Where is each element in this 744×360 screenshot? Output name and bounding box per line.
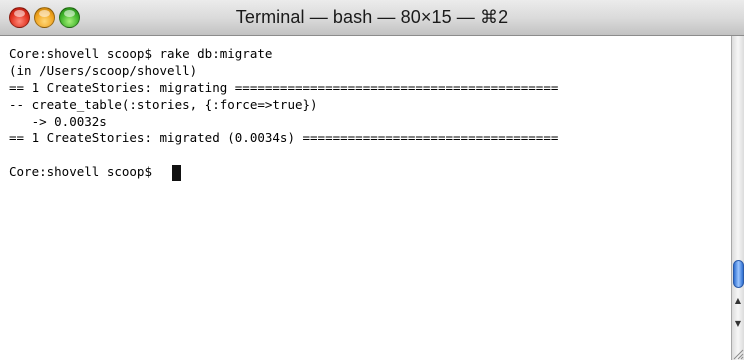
resize-grip-icon[interactable] <box>731 347 744 360</box>
window-title: Terminal — bash — 80×15 — ⌘2 <box>235 7 509 27</box>
terminal-window: Terminal — bash — 80×15 — ⌘2 Core:shovel… <box>0 0 744 360</box>
terminal-line: == 1 CreateStories: migrated (0.0034s) =… <box>9 130 559 146</box>
scroll-down-arrow-icon[interactable]: ▼ <box>732 317 744 331</box>
text-cursor <box>172 164 181 181</box>
vertical-scrollbar[interactable]: ▲ ▼ <box>731 36 744 360</box>
terminal-prompt: Core:shovell scoop$ <box>9 164 152 180</box>
title-bar[interactable]: Terminal — bash — 80×15 — ⌘2 <box>0 0 744 36</box>
terminal-line: == 1 CreateStories: migrating ==========… <box>9 79 559 95</box>
terminal-output[interactable]: Core:shovell scoop$ rake db:migrate (in … <box>0 36 731 360</box>
terminal-line: Core:shovell scoop$ rake db:migrate <box>9 46 273 61</box>
terminal-line: (in /Users/scoop/shovell) <box>9 62 198 78</box>
terminal-prompt-line[interactable]: Core:shovell scoop$ <box>9 164 731 181</box>
terminal-line: -> 0.0032s <box>9 113 107 129</box>
scroll-thumb[interactable] <box>733 260 744 288</box>
scroll-up-arrow-icon[interactable]: ▲ <box>732 294 744 308</box>
terminal-line: -- create_table(:stories, {:force=>true}… <box>9 96 318 112</box>
